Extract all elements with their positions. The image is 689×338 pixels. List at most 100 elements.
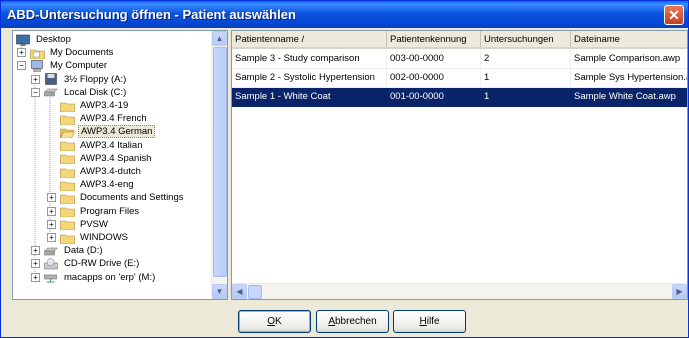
close-icon: ✕ [668, 7, 680, 23]
folder-icon [60, 154, 75, 165]
window-title: ABD-Untersuchung öffnen - Patient auswäh… [7, 7, 296, 22]
tree-item[interactable]: PVSW [59, 218, 110, 231]
tree-item[interactable]: My Documents [29, 46, 115, 59]
scroll-thumb[interactable] [213, 47, 227, 277]
scroll-thumb[interactable] [248, 285, 262, 299]
tree-item[interactable]: 3½ Floppy (A:) [43, 73, 128, 86]
tree-item-label: Desktop [36, 34, 71, 45]
scroll-left-icon[interactable]: ◀ [232, 284, 247, 299]
table-cell: Sample 3 - Study comparison [232, 50, 387, 69]
cd-drive-icon [44, 258, 58, 270]
table-row[interactable]: Sample 1 - White Coat 001-00-0000 1 Sample … [232, 88, 687, 107]
folder-icon [60, 207, 75, 218]
expand-icon[interactable]: + [47, 206, 56, 216]
expand-icon[interactable]: + [47, 233, 56, 242]
tree-item[interactable]: AWP3.4-dutch [59, 165, 143, 178]
scroll-down-icon[interactable]: ▼ [212, 284, 227, 299]
tree-item[interactable]: Local Disk (C:) [43, 86, 128, 99]
expand-icon[interactable]: + [31, 272, 40, 282]
help-button[interactable]: Hilfe [393, 310, 466, 333]
desktop-icon [16, 34, 30, 46]
close-button[interactable]: ✕ [664, 5, 684, 25]
ok-button[interactable]: OK [238, 310, 311, 333]
tree-item[interactable]: My Computer [29, 59, 109, 72]
scroll-up-icon[interactable]: ▲ [212, 31, 227, 46]
folder-icon [60, 234, 75, 244]
tree-item[interactable]: AWP3.4 Italian [59, 139, 144, 152]
tree-item-label: My Computer [50, 60, 108, 72]
tree-item-label: 3½ Floppy (A:) [64, 73, 127, 85]
tree-item-label: macapps on 'erp' (M:) [64, 271, 156, 283]
tree-item[interactable]: AWP3.4 Spanish [59, 152, 153, 165]
expand-icon[interactable]: + [17, 48, 26, 58]
computer-icon [31, 60, 43, 72]
tree-item[interactable]: Documents and Settings [59, 191, 186, 204]
folder-open-icon [60, 128, 75, 138]
tree-item-label: AWP3.4-eng [80, 179, 134, 191]
expand-icon[interactable]: + [47, 193, 56, 203]
folder-icon [60, 102, 75, 112]
tree-item[interactable]: AWP3.4 German [59, 125, 156, 139]
column-header-patient-name[interactable]: Patientenname / [232, 31, 387, 47]
tree-item[interactable]: AWP3.4-19 [59, 99, 130, 112]
tree-item-label: Program Files [80, 205, 140, 217]
table-cell: 003-00-0000 [387, 50, 481, 69]
tree-item[interactable]: Program Files [59, 205, 141, 218]
expand-icon[interactable]: + [31, 246, 40, 256]
tree-item-label: AWP3.4 Spanish [80, 152, 152, 164]
table-cell: Sample Comparison.awp [571, 50, 687, 69]
folder-icon [60, 194, 75, 204]
expand-icon[interactable]: + [31, 74, 40, 84]
table-cell: 001-00-0000 [387, 88, 481, 107]
dialog-window: ABD-Untersuchung öffnen - Patient auswäh… [0, 0, 689, 338]
tree-item[interactable]: CD-RW Drive (E:) [43, 257, 141, 270]
table-cell: Sample Sys Hypertension.awp [571, 69, 687, 88]
table-row[interactable]: Sample 3 - Study comparison 003-00-0000 2 S… [232, 50, 687, 69]
tree-item[interactable]: Desktop [15, 33, 73, 46]
tree-item[interactable]: macapps on 'erp' (M:) [43, 271, 157, 284]
folder-icon [60, 168, 75, 178]
tree-item-label: WINDOWS [80, 232, 129, 243]
column-header-exams[interactable]: Untersuchungen [481, 31, 571, 47]
tree-item-label: AWP3.4-19 [80, 100, 129, 111]
collapse-icon[interactable]: − [17, 61, 26, 71]
tree-item[interactable]: AWP3.4-eng [59, 178, 136, 191]
tree-item-label: Data (D:) [64, 245, 103, 257]
title-bar[interactable]: ABD-Untersuchung öffnen - Patient auswäh… [1, 1, 688, 28]
folder-tree[interactable]: Desktop My Documents + My Computer − 3½ Flopp… [12, 30, 228, 300]
folder-icon [60, 141, 75, 152]
folder-icon [60, 181, 75, 191]
tree-item-label: My Documents [50, 47, 114, 59]
patient-list[interactable]: Patientenname / Patientenkennung Untersu… [231, 30, 688, 300]
tree-item[interactable]: AWP3.4 French [59, 112, 149, 125]
tree-item[interactable]: WINDOWS [59, 231, 130, 244]
collapse-icon[interactable]: − [31, 87, 40, 97]
folder-documents-icon [30, 49, 45, 59]
table-cell: 1 [481, 69, 571, 88]
tree-item-label: AWP3.4-dutch [80, 166, 141, 177]
tree-item-label: AWP3.4 French [80, 113, 147, 125]
tree-vertical-scrollbar[interactable]: ▲ ▼ [211, 31, 227, 299]
tree-item-label: CD-RW Drive (E:) [64, 258, 140, 270]
table-cell: Sample White Coat.awp [571, 88, 687, 107]
disk-icon [43, 89, 59, 97]
table-cell: 2 [481, 50, 571, 69]
folder-icon [60, 115, 75, 125]
table-cell: Sample 2 - Systolic Hypertension [232, 69, 387, 88]
list-header: Patientenname / Patientenkennung Untersu… [232, 31, 687, 49]
list-horizontal-scrollbar[interactable]: ◀ ▶ [232, 283, 687, 299]
table-row[interactable]: Sample 2 - Systolic Hypertension 002-00-0… [232, 69, 687, 88]
tree-item[interactable]: Data (D:) [43, 244, 105, 257]
tree-item-label: AWP3.4 Italian [80, 139, 143, 151]
expand-icon[interactable]: + [31, 259, 40, 269]
column-header-patient-id[interactable]: Patientenkennung [387, 31, 481, 47]
disk-icon [43, 247, 59, 255]
expand-icon[interactable]: + [47, 219, 56, 229]
tree-item-label: AWP3.4 German [78, 125, 156, 139]
scroll-right-icon[interactable]: ▶ [672, 284, 687, 299]
column-header-filename[interactable]: Dateiname [571, 31, 687, 47]
folder-icon [60, 220, 75, 231]
cancel-button[interactable]: Abbrechen [316, 310, 389, 333]
network-drive-icon [44, 274, 57, 283]
floppy-icon [45, 73, 57, 85]
